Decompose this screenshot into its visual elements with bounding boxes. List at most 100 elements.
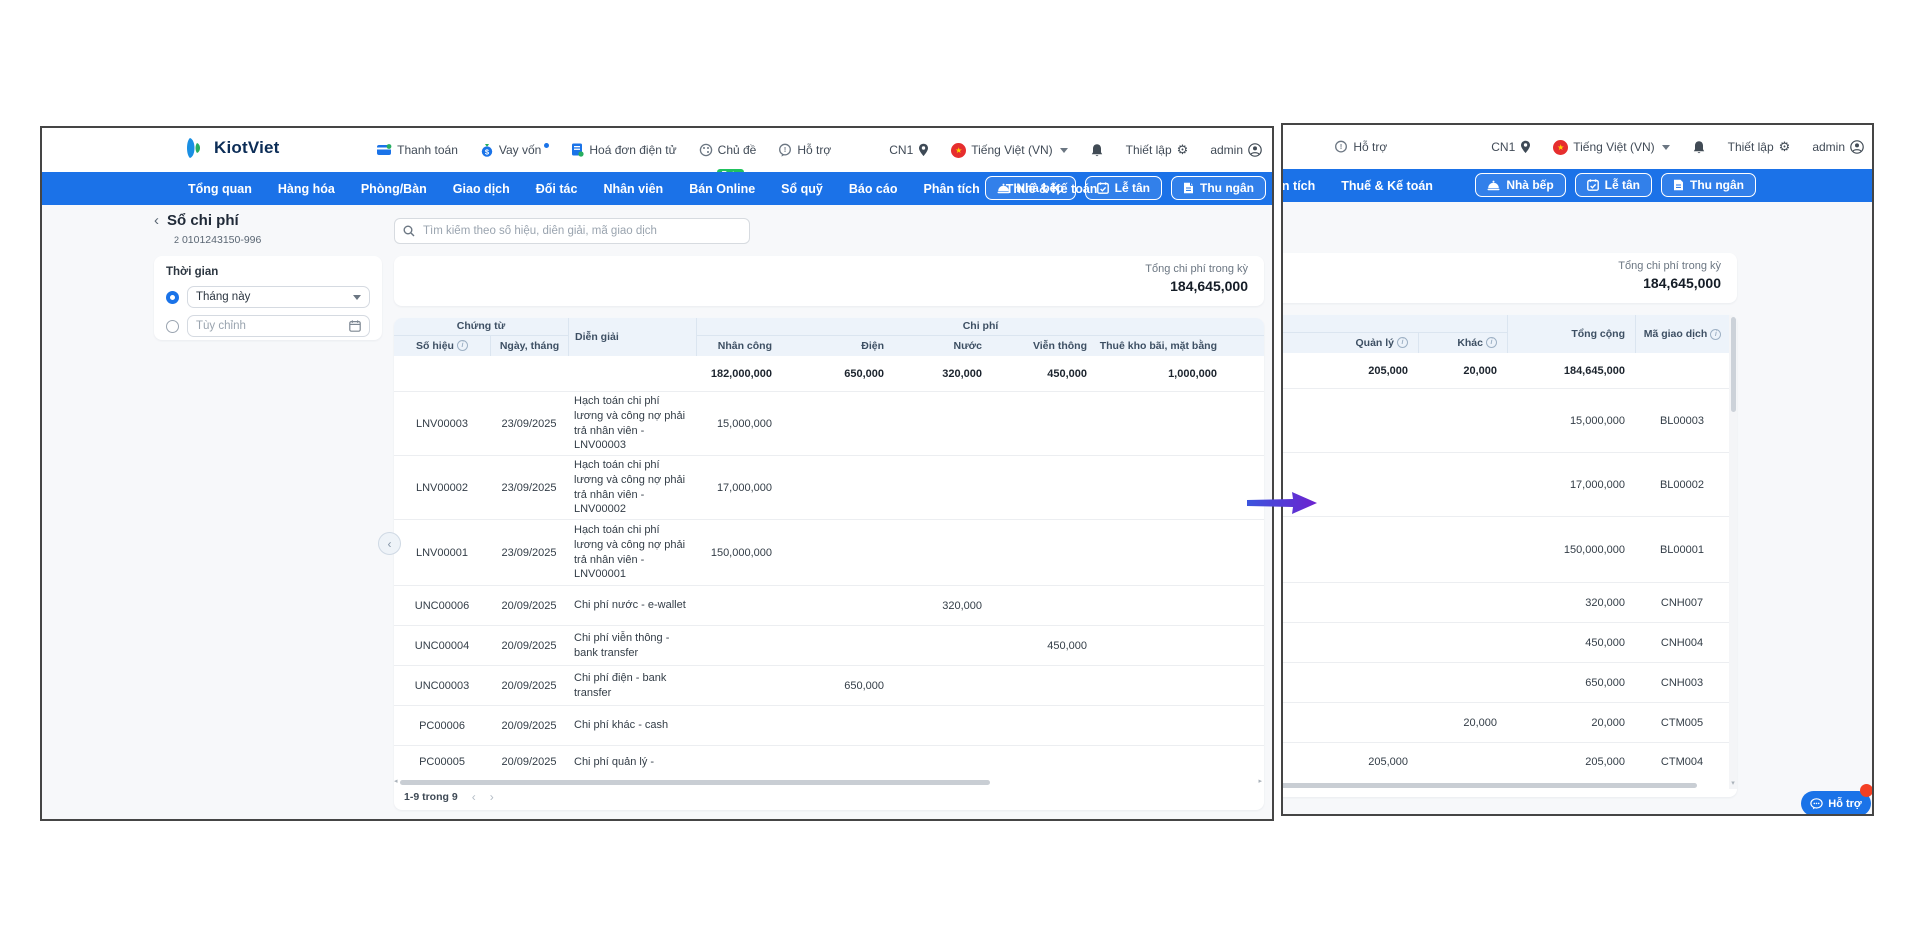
table-row[interactable]: 15,000,000 BL00003: [1283, 389, 1737, 453]
kitchen-button[interactable]: Nhà bếp: [985, 176, 1076, 200]
user-account[interactable]: admin: [1210, 143, 1262, 157]
radio-this-month[interactable]: [166, 290, 179, 304]
col-quan-ly: Quản lý i: [1283, 333, 1418, 353]
scrollbar-thumb[interactable]: [1731, 317, 1736, 412]
cashier-button[interactable]: Thu ngân: [1661, 173, 1756, 197]
scroll-right-arrow-icon[interactable]: ▸: [1258, 778, 1262, 786]
info-icon[interactable]: i: [1397, 337, 1408, 349]
nav-phan-tich[interactable]: Phân tích: [923, 182, 979, 196]
page-prev-chevron[interactable]: ‹: [472, 790, 476, 804]
table-row[interactable]: UNC00003 20/09/2025 Chi phí điện - bank …: [394, 666, 1264, 706]
user-account[interactable]: admin: [1812, 140, 1864, 154]
expense-table-right-columns: Quản lý i Khác i Tổng cộng Mã giao dịch i 2…: [1283, 315, 1737, 797]
language-selector[interactable]: ★ Tiếng Việt (VN): [951, 142, 1068, 158]
nav-ban-online[interactable]: Bán Online: [689, 182, 755, 196]
table-row[interactable]: LNV00002 23/09/2025 Hạch toán chi phí lư…: [394, 456, 1264, 520]
menu-item-chu-de[interactable]: Chủ đề Beta: [699, 143, 756, 180]
branch-selector[interactable]: CN1: [889, 143, 929, 157]
time-range-select[interactable]: Tháng này: [187, 286, 370, 308]
nav-phong-ban[interactable]: Phòng/Bàn: [361, 182, 427, 196]
table-row[interactable]: PC00005 20/09/2025 Chi phí quản lý -: [394, 746, 1264, 778]
menu-item-ho-tro[interactable]: ! Hỗ trợ: [1334, 140, 1387, 154]
nav-tong-quan[interactable]: Tổng quan: [188, 182, 252, 196]
quick-buttons: Nhà bếp Lễ tân Thu ngân: [985, 176, 1266, 200]
total-khac: 20,000: [1463, 364, 1497, 377]
table-row[interactable]: 150,000,000 BL00001: [1283, 517, 1737, 583]
chevron-down-icon: [1059, 147, 1068, 153]
language-selector[interactable]: ★ Tiếng Việt (VN): [1553, 139, 1670, 155]
page-next-chevron[interactable]: ›: [490, 790, 494, 804]
branch-selector[interactable]: CN1: [1491, 140, 1531, 154]
main-nav: Phân tích Thuế & Kế toán Nhà bếp Lễ tân …: [1283, 169, 1872, 202]
table-row[interactable]: LNV00003 23/09/2025 Hạch toán chi phí lư…: [394, 392, 1264, 456]
table-row[interactable]: 17,000,000 BL00002: [1283, 453, 1737, 517]
nav-giao-dich[interactable]: Giao dịch: [453, 182, 510, 196]
gear-icon: ⚙: [1778, 139, 1791, 155]
pagination: 1-9 trong 9 ‹ ›: [394, 786, 1264, 808]
nav-hang-hoa[interactable]: Hàng hóa: [278, 182, 335, 196]
calendar-icon[interactable]: [349, 320, 361, 332]
nav-nhan-vien[interactable]: Nhân viên: [603, 182, 663, 196]
menu-item-hoa-don-dien-tu[interactable]: Hoá đơn điện tử: [571, 143, 677, 157]
radio-custom[interactable]: [166, 319, 179, 333]
settings-link[interactable]: Thiết lập ⚙: [1126, 143, 1189, 158]
menu-item-vay-von[interactable]: $ Vay vốn: [480, 142, 550, 157]
notification-dot-icon: [544, 142, 550, 148]
nav-thue-ke-toan[interactable]: Thuế & Kế toán: [1341, 179, 1433, 193]
cashier-button[interactable]: Thu ngân: [1171, 176, 1266, 200]
scroll-down-arrow-icon[interactable]: ▾: [1729, 779, 1737, 787]
kitchen-button[interactable]: Nhà bếp: [1475, 173, 1566, 197]
table-row[interactable]: PC00006 20/09/2025 Chi phí khác - cash: [394, 706, 1264, 746]
filter-title: Thời gian: [166, 266, 219, 278]
table-row[interactable]: 205,000 205,000 CTM004: [1283, 743, 1737, 781]
support-chat-icon: !: [1334, 140, 1348, 154]
nav-doi-tac[interactable]: Đối tác: [536, 182, 578, 196]
collapse-sidebar-chevron[interactable]: ‹: [378, 532, 401, 555]
cashier-receipt-icon: [1183, 182, 1194, 194]
reception-calendar-icon: [1586, 179, 1599, 191]
col-khac: Khác i: [1418, 332, 1507, 353]
scrollbar-thumb[interactable]: [399, 779, 990, 785]
loan-moneybag-icon: $: [480, 143, 494, 157]
table-row[interactable]: 320,000 CNH007: [1283, 583, 1737, 623]
settings-link[interactable]: Thiết lập ⚙: [1728, 140, 1791, 155]
nav-bao-cao[interactable]: Báo cáo: [849, 182, 898, 196]
horizontal-scrollbar[interactable]: [1283, 781, 1737, 789]
group-chung-tu: Chứng từ: [394, 318, 568, 336]
bell-icon: [1090, 143, 1104, 158]
back-chevron-icon[interactable]: ‹: [154, 212, 159, 229]
horizontal-scrollbar[interactable]: ◂ ▸: [394, 778, 1264, 786]
nav-phan-tich[interactable]: Phân tích: [1283, 179, 1315, 193]
scroll-left-arrow-icon[interactable]: ◂: [394, 778, 398, 786]
col-ngay-thang: Ngày, tháng: [490, 335, 568, 356]
theme-palette-icon: [699, 143, 713, 157]
table-row[interactable]: 650,000 CNH003: [1283, 663, 1737, 703]
kiotviet-logo[interactable]: KiotViet: [182, 135, 280, 161]
notifications-bell[interactable]: [1692, 140, 1706, 155]
table-header: Quản lý i Khác i Tổng cộng Mã giao dịch i: [1283, 315, 1737, 353]
reception-button[interactable]: Lễ tân: [1574, 173, 1652, 197]
group-chi-phi-continued: [1283, 315, 1507, 333]
info-icon[interactable]: i: [456, 340, 468, 352]
search-input[interactable]: [421, 224, 741, 238]
info-icon[interactable]: i: [1486, 337, 1497, 349]
summary-card: Tổng chi phí trong kỳ 184,645,000: [1283, 253, 1737, 303]
menu-item-thanh-toan[interactable]: Thanh toán: [377, 143, 458, 157]
notifications-bell[interactable]: [1090, 143, 1104, 158]
vertical-scrollbar[interactable]: ▾: [1729, 315, 1737, 789]
table-row[interactable]: 450,000 CNH004: [1283, 623, 1737, 663]
table-row[interactable]: 20,000 20,000 CTM005: [1283, 703, 1737, 743]
reception-button[interactable]: Lễ tân: [1084, 176, 1162, 200]
table-row[interactable]: UNC00004 20/09/2025 Chi phí viễn thông -…: [394, 626, 1264, 666]
custom-date-input[interactable]: Tùy chỉnh: [187, 315, 370, 337]
user-avatar-icon: [1850, 140, 1864, 154]
support-floating-button[interactable]: Hỗ trợ: [1801, 791, 1871, 814]
col-nuoc: Nước: [953, 339, 983, 352]
table-row[interactable]: UNC00006 20/09/2025 Chi phí nước - e-wal…: [394, 586, 1264, 626]
scrollbar-thumb[interactable]: [1283, 782, 1697, 788]
nav-so-quy[interactable]: Sổ quỹ: [781, 182, 823, 196]
screenshot-right-panel: ! Hỗ trợ CN1 ★ Tiếng Việt (VN) Thiết lập…: [1281, 123, 1874, 816]
table-row[interactable]: LNV00001 23/09/2025 Hạch toán chi phí lư…: [394, 520, 1264, 586]
menu-item-ho-tro[interactable]: ! Hỗ trợ: [778, 143, 831, 157]
info-icon[interactable]: i: [1710, 328, 1722, 340]
